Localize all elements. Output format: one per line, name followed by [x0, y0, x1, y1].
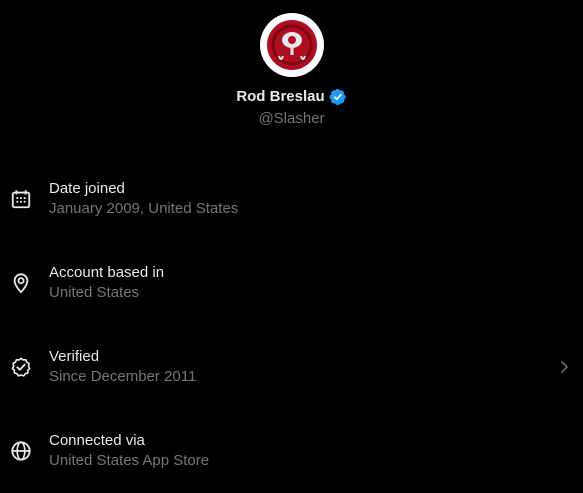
profile-header: Rod Breslau @Slasher — [0, 13, 583, 127]
location-pin-icon — [13, 273, 29, 294]
row-text: Date joined January 2009, United States — [49, 179, 238, 219]
row-date-joined: Date joined January 2009, United States — [0, 157, 583, 241]
display-name: Rod Breslau — [236, 88, 325, 105]
globe-icon — [11, 441, 31, 461]
row-title: Verified — [49, 348, 100, 365]
avatar[interactable] — [259, 13, 324, 77]
handle: @Slasher — [258, 110, 325, 127]
chevron-right-icon[interactable] — [555, 358, 573, 376]
row-text: Verified Since December 2011 — [49, 347, 196, 387]
name-row: Rod Breslau — [236, 87, 346, 106]
row-account-based-in: Account based in United States — [0, 241, 583, 325]
verified-badge-icon[interactable] — [329, 88, 347, 106]
row-title: Date joined — [49, 180, 125, 197]
row-text: Connected via United States App Store — [49, 431, 209, 471]
verified-badge-icon — [11, 357, 31, 377]
avatar-logo-icon — [263, 17, 320, 73]
row-subtitle: United States App Store — [49, 452, 210, 469]
row-text: Account based in United States — [49, 263, 164, 303]
row-subtitle: Since December 2011 — [49, 368, 197, 385]
row-verified[interactable]: Verified Since December 2011 — [0, 325, 583, 409]
calendar-icon — [11, 190, 31, 209]
row-title: Account based in — [49, 264, 165, 281]
row-subtitle: United States — [49, 284, 140, 301]
row-title: Connected via — [49, 432, 145, 449]
row-connected-via: Connected via United States App Store — [0, 409, 583, 493]
row-subtitle: January 2009, United States — [49, 200, 239, 217]
